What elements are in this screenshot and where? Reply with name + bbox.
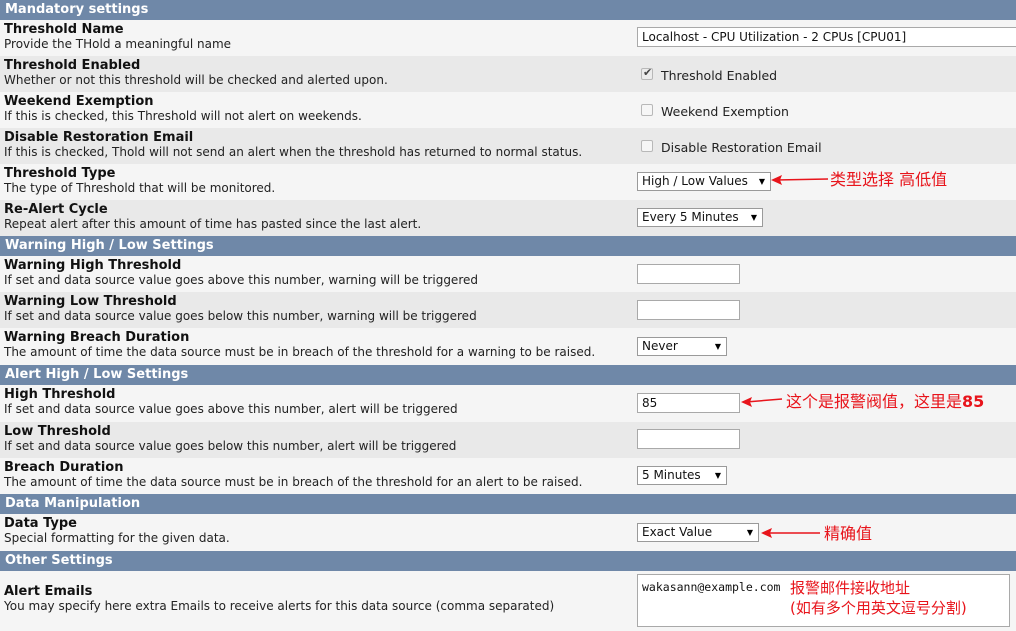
row-re-alert-cycle: Re-Alert Cycle Repeat alert after this a… bbox=[0, 200, 1016, 236]
dropdown-arrow-icon: ▼ bbox=[750, 213, 757, 222]
weekend-exemption-checkbox[interactable] bbox=[641, 104, 653, 116]
threshold-type-select[interactable]: High / Low Values ▼ bbox=[637, 172, 771, 191]
desc-threshold-name: Provide the THold a meaningful name bbox=[4, 37, 232, 51]
desc-threshold-type: The type of Threshold that will be monit… bbox=[4, 181, 276, 195]
section-header-other-settings: Other Settings bbox=[0, 551, 1016, 571]
warning-breach-duration-select[interactable]: Never ▼ bbox=[637, 337, 727, 356]
label-disable-restoration-email: Disable Restoration Email bbox=[4, 130, 194, 145]
row-threshold-enabled: Threshold Enabled Whether or not this th… bbox=[0, 56, 1016, 92]
label-high-threshold: High Threshold bbox=[4, 387, 116, 402]
desc-data-type: Special formatting for the given data. bbox=[4, 531, 230, 545]
desc-warning-high-threshold: If set and data source value goes above … bbox=[4, 273, 478, 287]
desc-warning-low-threshold: If set and data source value goes below … bbox=[4, 309, 477, 323]
section-header-mandatory: Mandatory settings bbox=[0, 0, 1016, 20]
data-type-selected: Exact Value bbox=[642, 525, 713, 539]
label-threshold-name: Threshold Name bbox=[4, 22, 124, 37]
breach-duration-select[interactable]: 5 Minutes ▼ bbox=[637, 466, 727, 485]
re-alert-cycle-selected: Every 5 Minutes bbox=[642, 210, 739, 224]
high-threshold-input[interactable]: 85 bbox=[637, 393, 740, 413]
label-alert-emails: Alert Emails bbox=[4, 584, 93, 599]
label-low-threshold: Low Threshold bbox=[4, 424, 111, 439]
label-threshold-type: Threshold Type bbox=[4, 166, 116, 181]
row-breach-duration: Breach Duration The amount of time the d… bbox=[0, 458, 1016, 494]
disable-restoration-email-checkbox-label[interactable]: Disable Restoration Email bbox=[661, 140, 822, 155]
dropdown-arrow-icon: ▼ bbox=[746, 528, 753, 537]
desc-threshold-enabled: Whether or not this threshold will be ch… bbox=[4, 73, 388, 87]
re-alert-cycle-select[interactable]: Every 5 Minutes ▼ bbox=[637, 208, 763, 227]
row-weekend-exemption: Weekend Exemption If this is checked, th… bbox=[0, 92, 1016, 128]
row-disable-restoration-email: Disable Restoration Email If this is che… bbox=[0, 128, 1016, 164]
desc-disable-restoration-email: If this is checked, Thold will not send … bbox=[4, 145, 583, 159]
label-warning-high-threshold: Warning High Threshold bbox=[4, 258, 182, 273]
desc-low-threshold: If set and data source value goes below … bbox=[4, 439, 457, 453]
label-weekend-exemption: Weekend Exemption bbox=[4, 94, 154, 109]
section-header-warning: Warning High / Low Settings bbox=[0, 236, 1016, 256]
annotation-high-threshold-text: 这个是报警阀值，这里是 bbox=[786, 392, 963, 411]
label-warning-breach-duration: Warning Breach Duration bbox=[4, 330, 190, 345]
row-warning-low-threshold: Warning Low Threshold If set and data so… bbox=[0, 292, 1016, 328]
annotation-alert-emails-line2: (如有多个用英文逗号分割) bbox=[790, 599, 967, 617]
threshold-type-selected: High / Low Values bbox=[642, 174, 748, 188]
threshold-name-input[interactable]: Localhost - CPU Utilization - 2 CPUs [CP… bbox=[637, 27, 1016, 47]
annotation-arrow-type bbox=[771, 175, 829, 185]
warning-breach-duration-selected: Never bbox=[642, 339, 678, 353]
label-data-type: Data Type bbox=[4, 516, 77, 531]
row-low-threshold: Low Threshold If set and data source val… bbox=[0, 422, 1016, 458]
annotation-data-type: 精确值 bbox=[824, 524, 873, 543]
row-warning-breach-duration: Warning Breach Duration The amount of ti… bbox=[0, 328, 1016, 365]
annotation-arrow-high bbox=[741, 397, 783, 407]
desc-weekend-exemption: If this is checked, this Threshold will … bbox=[4, 109, 362, 123]
desc-alert-emails: You may specify here extra Emails to rec… bbox=[4, 599, 555, 613]
weekend-exemption-checkbox-label[interactable]: Weekend Exemption bbox=[661, 104, 789, 119]
desc-breach-duration: The amount of time the data source must … bbox=[4, 475, 583, 489]
annotation-alert-emails: 报警邮件接收地址 (如有多个用英文逗号分割) bbox=[790, 578, 967, 618]
breach-duration-selected: 5 Minutes bbox=[642, 468, 701, 482]
row-threshold-name: Threshold Name Provide the THold a meani… bbox=[0, 20, 1016, 56]
dropdown-arrow-icon: ▼ bbox=[714, 342, 721, 351]
section-header-alert: Alert High / Low Settings bbox=[0, 365, 1016, 385]
desc-warning-breach-duration: The amount of time the data source must … bbox=[4, 345, 596, 359]
annotation-threshold-type: 类型选择 高低值 bbox=[830, 170, 948, 189]
disable-restoration-email-checkbox[interactable] bbox=[641, 140, 653, 152]
row-warning-high-threshold: Warning High Threshold If set and data s… bbox=[0, 256, 1016, 292]
data-type-select[interactable]: Exact Value ▼ bbox=[637, 523, 759, 542]
label-breach-duration: Breach Duration bbox=[4, 460, 124, 475]
dropdown-arrow-icon: ▼ bbox=[758, 177, 765, 186]
annotation-high-threshold-value: 85 bbox=[962, 392, 985, 411]
threshold-enabled-checkbox-label[interactable]: Threshold Enabled bbox=[661, 68, 777, 83]
label-warning-low-threshold: Warning Low Threshold bbox=[4, 294, 177, 309]
label-threshold-enabled: Threshold Enabled bbox=[4, 58, 141, 73]
threshold-enabled-checkbox[interactable]: ✔ bbox=[641, 66, 653, 80]
warning-low-threshold-input[interactable] bbox=[637, 300, 740, 320]
annotation-arrow-data-type bbox=[761, 528, 820, 538]
section-header-data-manipulation: Data Manipulation bbox=[0, 494, 1016, 514]
checkmark-icon: ✔ bbox=[643, 66, 653, 79]
low-threshold-input[interactable] bbox=[637, 429, 740, 449]
desc-high-threshold: If set and data source value goes above … bbox=[4, 402, 458, 416]
desc-re-alert-cycle: Repeat alert after this amount of time h… bbox=[4, 217, 422, 231]
annotation-high-threshold: 这个是报警阀值，这里是85 bbox=[786, 388, 984, 412]
warning-high-threshold-input[interactable] bbox=[637, 264, 740, 284]
label-re-alert-cycle: Re-Alert Cycle bbox=[4, 202, 108, 217]
dropdown-arrow-icon: ▼ bbox=[714, 471, 721, 480]
annotation-alert-emails-line1: 报警邮件接收地址 bbox=[790, 579, 911, 597]
